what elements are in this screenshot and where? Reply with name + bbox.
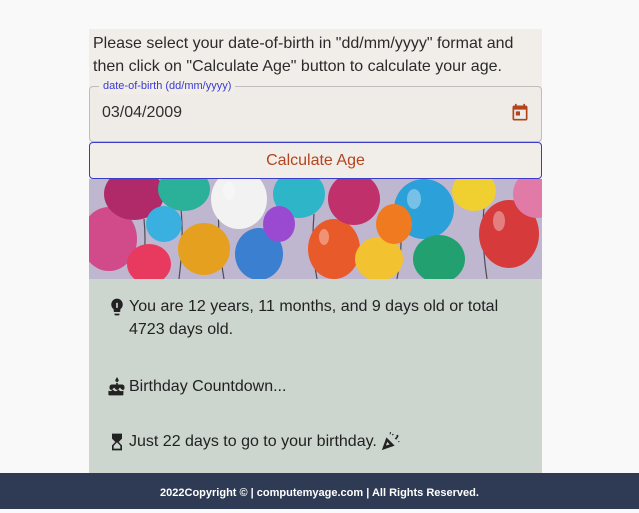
lightbulb-icon [111, 298, 123, 316]
balloons-illustration [89, 179, 542, 279]
countdown-result: Just 22 days to go to your birthday. [107, 430, 404, 453]
birthday-cake-icon [108, 377, 125, 396]
countdown-title: Birthday Countdown... [107, 375, 509, 398]
footer-copyright: 2022Copyright © | computemyage.com | All… [160, 487, 479, 499]
instructions-text: Please select your date-of-birth in "dd/… [93, 35, 514, 75]
dob-input[interactable] [102, 103, 482, 123]
age-calculator-panel: Please select your date-of-birth in "dd/… [89, 29, 542, 473]
dob-field[interactable]: date-of-birth (dd/mm/yyyy) [89, 78, 542, 142]
footer: 2022Copyright © | computemyage.com | All… [0, 473, 639, 509]
dob-field-label: date-of-birth (dd/mm/yyyy) [99, 78, 236, 94]
result-box: You are 12 years, 11 months, and 9 days … [89, 279, 542, 473]
countdown-title-text: Birthday Countdown... [129, 378, 287, 395]
age-result: You are 12 years, 11 months, and 9 days … [107, 295, 509, 341]
countdown-result-text: Just 22 days to go to your birthday. [129, 433, 377, 450]
calculate-age-button[interactable]: Calculate Age [89, 142, 542, 179]
balloons-banner-image [89, 179, 542, 279]
party-popper-icon [381, 431, 400, 451]
age-result-text: You are 12 years, 11 months, and 9 days … [129, 298, 499, 338]
calendar-icon[interactable] [510, 103, 530, 123]
hourglass-icon [112, 433, 122, 451]
